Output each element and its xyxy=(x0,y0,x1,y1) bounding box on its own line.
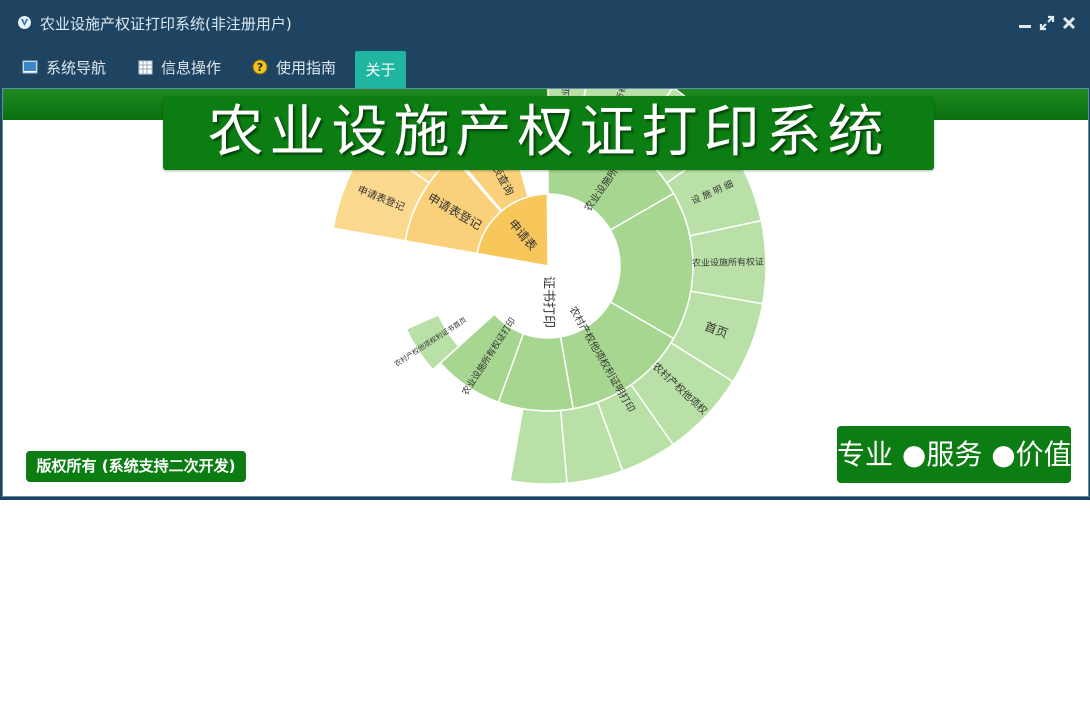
menu-about-tab[interactable]: 关于 xyxy=(355,51,406,88)
close-icon[interactable] xyxy=(1060,14,1078,32)
menu-bar: 系统导航 信息操作 ? 使用指南 关于 xyxy=(0,46,1090,88)
window-title: 农业设施产权证打印系统(非注册用户) xyxy=(40,15,292,33)
minimize-icon[interactable] xyxy=(1016,14,1034,32)
menu-label: 信息操作 xyxy=(161,58,222,77)
menu-info-ops[interactable]: 信息操作 xyxy=(138,50,221,84)
menu-label: 使用指南 xyxy=(276,58,337,77)
window-icon xyxy=(22,60,38,74)
about-panel: 证书打印 申请表 申请表登记 申请表查询 农业设施所有权证 农村产权他项权利证明打印 农业设… xyxy=(2,88,1089,497)
banner-title-box: 农业设施产权证打印系统 xyxy=(163,96,934,170)
banner-title: 农业设施产权证打印系统 xyxy=(207,100,890,165)
menu-label: 系统导航 xyxy=(46,58,107,77)
app-logo-icon xyxy=(18,16,31,29)
menu-label: 关于 xyxy=(365,61,396,79)
svg-text:?: ? xyxy=(257,61,263,74)
sunburst-center-label: 证书打印 xyxy=(541,276,556,328)
help-icon: ? xyxy=(252,59,268,75)
app-window: 农业设施产权证打印系统(非注册用户) 系统导航 信息操作 ? 使用指南 关于 证… xyxy=(0,0,1090,500)
slogan-badge: 专业 ●服务 ●价值 xyxy=(837,426,1072,483)
sector-l3-green xyxy=(509,407,568,485)
grid-icon xyxy=(138,60,153,74)
copyright-badge: 版权所有 (系统支持二次开发) xyxy=(26,451,246,482)
menu-user-guide[interactable]: ? 使用指南 xyxy=(252,50,336,84)
restore-icon[interactable] xyxy=(1038,14,1056,32)
menu-system-nav[interactable]: 系统导航 xyxy=(22,50,106,84)
title-bar: 农业设施产权证打印系统(非注册用户) xyxy=(0,0,1090,46)
